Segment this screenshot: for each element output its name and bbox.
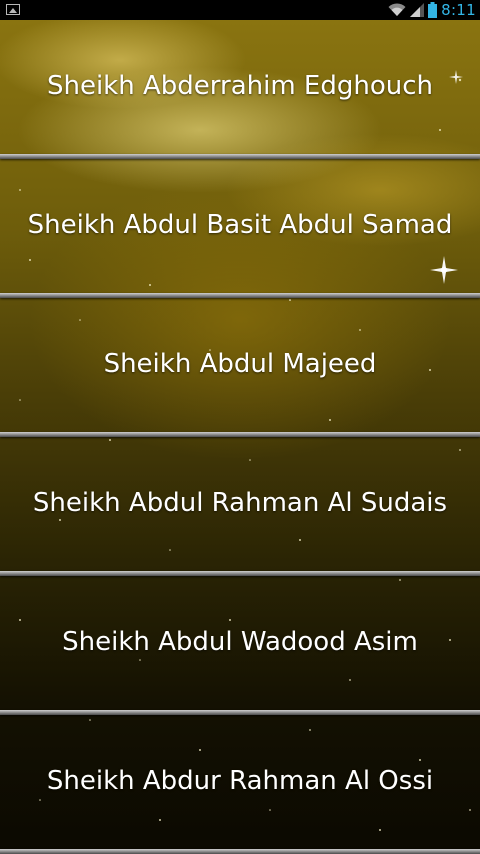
reciter-item[interactable]: Sheikh Abdul Basit Abdul Samad xyxy=(0,159,480,298)
reciter-item[interactable]: Sheikh Abdul Wadood Asim xyxy=(0,576,480,715)
image-notification-icon xyxy=(6,4,20,15)
reciter-name: Sheikh Abdul Majeed xyxy=(103,348,377,379)
reciter-name: Sheikh Abdul Wadood Asim xyxy=(62,626,418,657)
reciter-name: Sheikh Abdul Basit Abdul Samad xyxy=(27,209,453,240)
reciter-item[interactable]: Sheikh Abderrahim Edghouch xyxy=(0,20,480,159)
signal-icon xyxy=(410,3,425,17)
reciter-name: Sheikh Abdur Rahman Al Ossi xyxy=(46,765,434,796)
reciter-name: Sheikh Abdul Rahman Al Sudais xyxy=(32,487,448,518)
reciter-item[interactable]: Sheikh Abdul Majeed xyxy=(0,298,480,437)
clock-time: 8:11 xyxy=(441,1,476,19)
list-divider xyxy=(0,849,480,854)
wifi-icon xyxy=(388,3,406,17)
battery-icon xyxy=(428,2,438,18)
reciter-list: Sheikh Abderrahim Edghouch Sheikh Abdul … xyxy=(0,20,480,854)
reciter-item[interactable]: Sheikh Abdur Rahman Al Ossi xyxy=(0,715,480,854)
reciter-name: Sheikh Abderrahim Edghouch xyxy=(46,70,433,101)
status-icons: 8:11 xyxy=(388,0,476,20)
status-bar: 8:11 xyxy=(0,0,480,20)
reciter-item[interactable]: Sheikh Abdul Rahman Al Sudais xyxy=(0,437,480,576)
